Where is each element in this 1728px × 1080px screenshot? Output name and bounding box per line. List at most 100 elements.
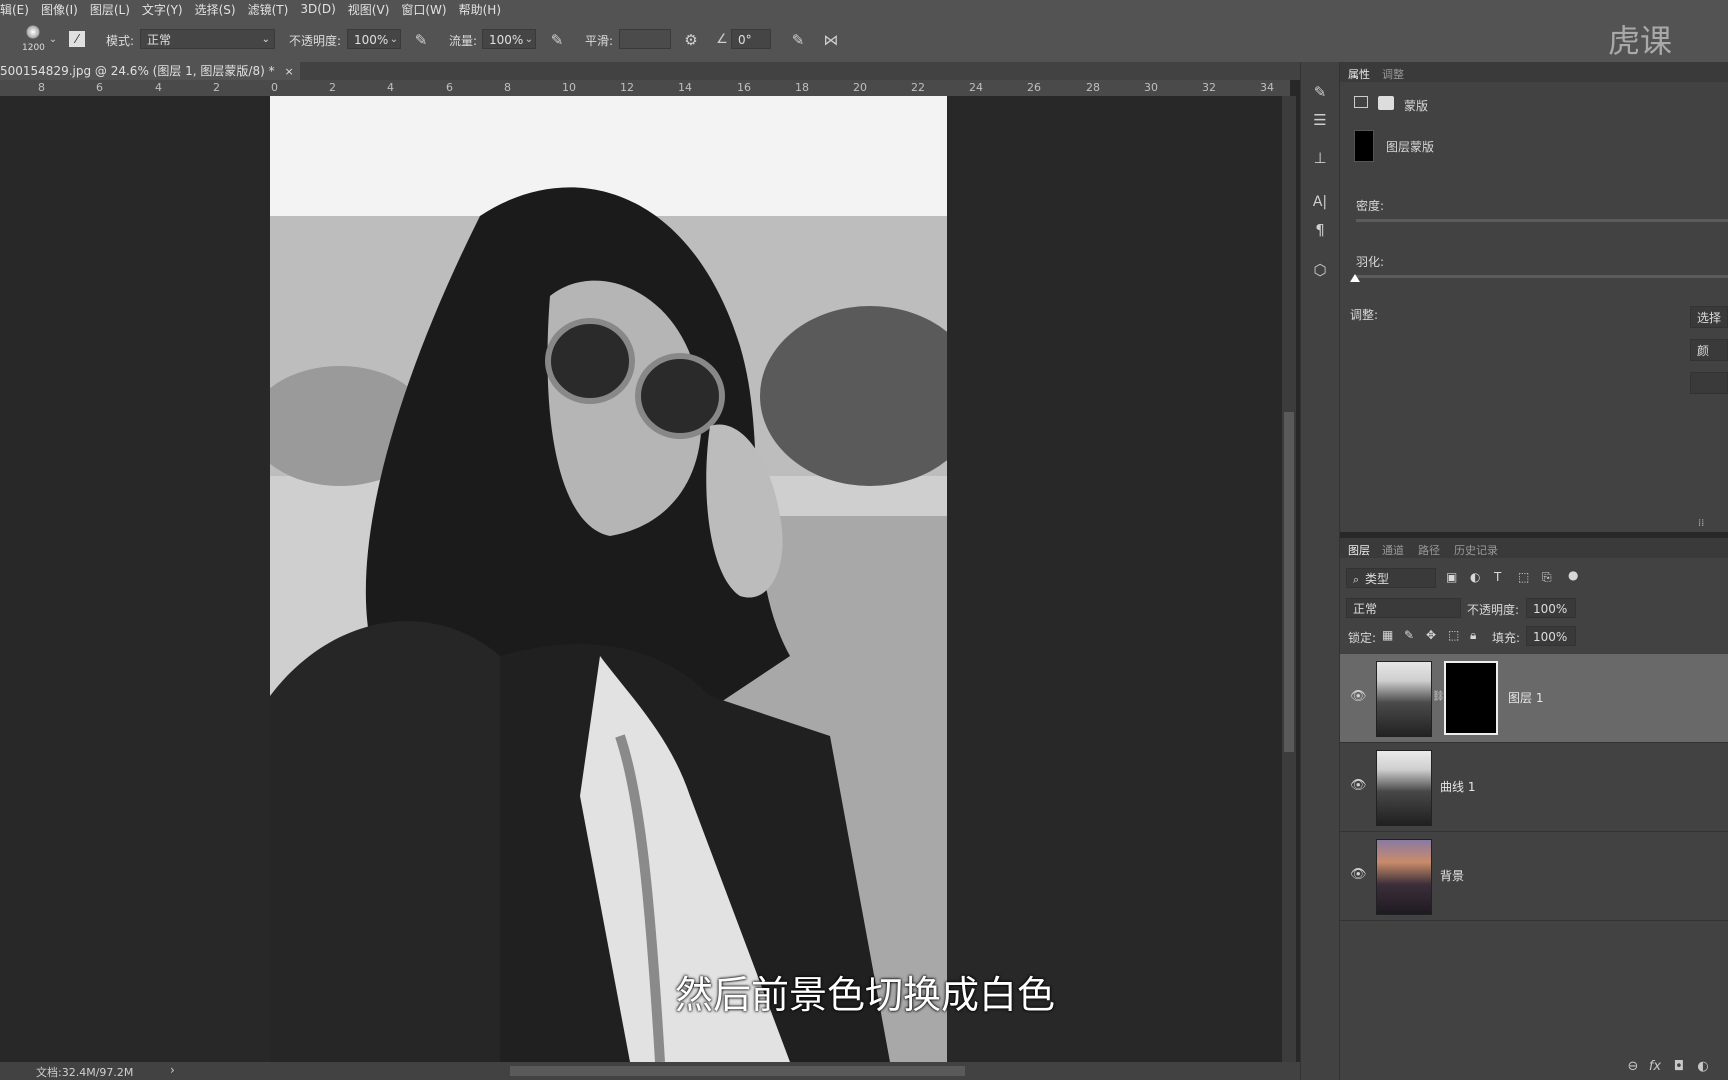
tab-history[interactable]: 历史记录 bbox=[1454, 542, 1498, 558]
pixel-mask-icon[interactable] bbox=[1354, 96, 1368, 108]
menu-select[interactable]: 选择(S) bbox=[195, 1, 236, 18]
adjustment-sliders-icon[interactable]: ☰ bbox=[1310, 110, 1330, 130]
chevron-down-icon[interactable]: ⌄ bbox=[520, 31, 538, 49]
horizontal-scrollbar-thumb[interactable] bbox=[510, 1066, 965, 1076]
brush-preset-picker[interactable]: 1200 bbox=[22, 23, 46, 57]
filter-pixel-icon[interactable]: ▣ bbox=[1446, 570, 1457, 584]
canvas-area[interactable]: 然后前景色切换成白色 bbox=[0, 96, 1282, 1062]
visibility-eye-icon[interactable]: 👁︎ bbox=[1350, 779, 1367, 793]
menu-layer[interactable]: 图层(L) bbox=[90, 1, 130, 18]
3d-panel-icon[interactable]: ⬡ bbox=[1310, 260, 1330, 280]
feather-slider[interactable] bbox=[1356, 275, 1728, 278]
filter-adjustment-icon[interactable]: ◐ bbox=[1470, 570, 1480, 584]
tab-channels[interactable]: 通道 bbox=[1382, 542, 1404, 558]
visibility-eye-icon[interactable]: 👁︎ bbox=[1350, 868, 1367, 882]
tab-adjustments[interactable]: 调整 bbox=[1382, 66, 1404, 82]
layer-thumbnail bbox=[1376, 750, 1432, 826]
airbrush-icon[interactable]: ✎ bbox=[548, 31, 566, 49]
lock-transparent-icon[interactable]: ▦ bbox=[1382, 628, 1393, 642]
layer-mask-thumbnail[interactable] bbox=[1444, 661, 1498, 735]
layer-name[interactable]: 曲线 1 bbox=[1440, 778, 1475, 795]
lock-position-icon[interactable]: ✥ bbox=[1426, 628, 1436, 642]
document-tab-bar: 500154829.jpg @ 24.6% (图层 1, 图层蒙版/8) * ×… bbox=[0, 62, 1330, 80]
vertical-scrollbar[interactable] bbox=[1282, 96, 1296, 1062]
link-layers-icon[interactable]: ⊖ bbox=[1624, 1058, 1642, 1076]
chevron-down-icon[interactable]: ⌄ bbox=[44, 31, 62, 49]
document-size-status: 文档:32.4M/97.2M bbox=[36, 1066, 134, 1079]
layer-mask-label: 图层蒙版 bbox=[1386, 140, 1435, 154]
filter-shape-icon[interactable]: ⬚ bbox=[1518, 570, 1529, 584]
menu-image[interactable]: 图像(I) bbox=[41, 1, 78, 18]
brush-panel-icon[interactable]: ✎ bbox=[1310, 82, 1330, 102]
menu-filter[interactable]: 滤镜(T) bbox=[248, 1, 289, 18]
smoothing-field[interactable] bbox=[619, 29, 671, 49]
select-and-mask-button[interactable]: 选择 bbox=[1690, 306, 1728, 328]
tab-layers[interactable]: 图层 bbox=[1348, 542, 1370, 558]
layer-row[interactable]: 👁︎ ⛓︎ 图层 1 bbox=[1340, 654, 1728, 743]
menu-view[interactable]: 视图(V) bbox=[348, 1, 390, 18]
menu-3d[interactable]: 3D(D) bbox=[300, 2, 335, 16]
flow-label: 流量: bbox=[449, 34, 478, 48]
blend-mode-select[interactable]: 正常 bbox=[1346, 598, 1461, 618]
invert-button[interactable] bbox=[1690, 372, 1728, 394]
brush-tip-icon bbox=[26, 25, 40, 39]
pressure-size-icon[interactable]: ✎ bbox=[789, 31, 807, 49]
new-adjustment-icon[interactable]: ◐ bbox=[1694, 1058, 1712, 1076]
menu-help[interactable]: 帮助(H) bbox=[459, 1, 501, 18]
adjust-label: 调整: bbox=[1350, 308, 1379, 322]
angle-icon: ∠ bbox=[716, 32, 728, 47]
character-panel-icon[interactable]: A| bbox=[1310, 192, 1330, 212]
brush-settings-icon[interactable]: ⁄ bbox=[69, 31, 85, 47]
document-tab[interactable]: 500154829.jpg @ 24.6% (图层 1, 图层蒙版/8) * × bbox=[0, 62, 300, 80]
gear-icon[interactable]: ⚙ bbox=[682, 31, 700, 49]
close-icon[interactable]: × bbox=[284, 65, 293, 78]
horizontal-ruler: 8 6 4 2 0 2 4 6 8 10 12 14 16 18 20 22 2… bbox=[0, 80, 1290, 97]
filter-smart-object-icon[interactable]: ⎘ bbox=[1542, 570, 1552, 585]
scrollbar-thumb[interactable] bbox=[1284, 412, 1294, 752]
lock-pixels-icon[interactable]: ✎ bbox=[1404, 628, 1414, 642]
filter-toggle-icon[interactable]: ● bbox=[1568, 568, 1578, 582]
tab-paths[interactable]: 路径 bbox=[1418, 542, 1440, 558]
paragraph-panel-icon[interactable]: ¶ bbox=[1310, 220, 1330, 240]
layer-filter-select[interactable]: ⌕ 类型 bbox=[1346, 568, 1436, 588]
filter-type-icon[interactable]: T bbox=[1494, 570, 1501, 584]
vector-mask-icon[interactable] bbox=[1378, 96, 1394, 110]
symmetry-icon[interactable]: ⋈ bbox=[822, 31, 840, 49]
layer-name[interactable]: 图层 1 bbox=[1508, 689, 1543, 706]
add-mask-icon[interactable]: ◘ bbox=[1670, 1058, 1688, 1076]
density-slider[interactable] bbox=[1356, 219, 1728, 222]
search-icon: ⌕ bbox=[1353, 573, 1360, 586]
pressure-opacity-icon[interactable]: ✎ bbox=[412, 31, 430, 49]
lock-label: 锁定: bbox=[1348, 631, 1377, 645]
document-image[interactable] bbox=[270, 96, 947, 1062]
document-title: 500154829.jpg @ 24.6% (图层 1, 图层蒙版/8) * bbox=[0, 64, 275, 78]
layer-thumbnail bbox=[1376, 661, 1432, 737]
menu-window[interactable]: 窗口(W) bbox=[401, 1, 446, 18]
panel-icon-strip: ✎ ☰ ⊥ A| ¶ ⬡ bbox=[1300, 62, 1340, 1080]
mask-header: 蒙版 bbox=[1404, 99, 1429, 113]
clone-source-icon[interactable]: ⊥ bbox=[1310, 148, 1330, 168]
layers-panel: 图层 通道 路径 历史记录 ⌕ 类型 ▣ ◐ T ⬚ ⎘ ● 正常 不透明度: … bbox=[1340, 538, 1728, 1080]
feather-slider-handle[interactable] bbox=[1350, 274, 1360, 282]
chevron-down-icon[interactable]: ⌄ bbox=[385, 31, 403, 49]
layer-row[interactable]: 👁︎ 曲线 1 bbox=[1340, 743, 1728, 832]
fill-field[interactable]: 100% bbox=[1526, 626, 1576, 646]
video-subtitle: 然后前景色切换成白色 bbox=[675, 973, 1056, 1017]
lock-all-icon[interactable]: 🔒︎ bbox=[1470, 628, 1476, 643]
resize-grip-icon[interactable]: ⁞⁞ bbox=[1698, 518, 1704, 529]
tab-properties[interactable]: 属性 bbox=[1348, 66, 1370, 82]
lock-artboard-icon[interactable]: ⬚ bbox=[1448, 628, 1459, 642]
fill-label: 填充: bbox=[1492, 631, 1521, 645]
menu-edit[interactable]: 辑(E) bbox=[0, 1, 29, 18]
status-menu-arrow[interactable]: › bbox=[170, 1063, 175, 1077]
visibility-eye-icon[interactable]: 👁︎ bbox=[1350, 690, 1367, 704]
layer-name[interactable]: 背景 bbox=[1440, 867, 1464, 884]
mode-select[interactable]: 正常 ⌄ bbox=[140, 29, 275, 49]
fx-icon[interactable]: fx bbox=[1646, 1058, 1664, 1076]
angle-field[interactable]: 0° bbox=[731, 29, 771, 49]
color-range-button[interactable]: 颜 bbox=[1690, 339, 1728, 361]
layer-row[interactable]: 👁︎ 背景 bbox=[1340, 832, 1728, 921]
link-icon[interactable]: ⛓︎ bbox=[1432, 691, 1445, 702]
layer-opacity-field[interactable]: 100% bbox=[1526, 598, 1576, 618]
menu-type[interactable]: 文字(Y) bbox=[142, 1, 183, 18]
